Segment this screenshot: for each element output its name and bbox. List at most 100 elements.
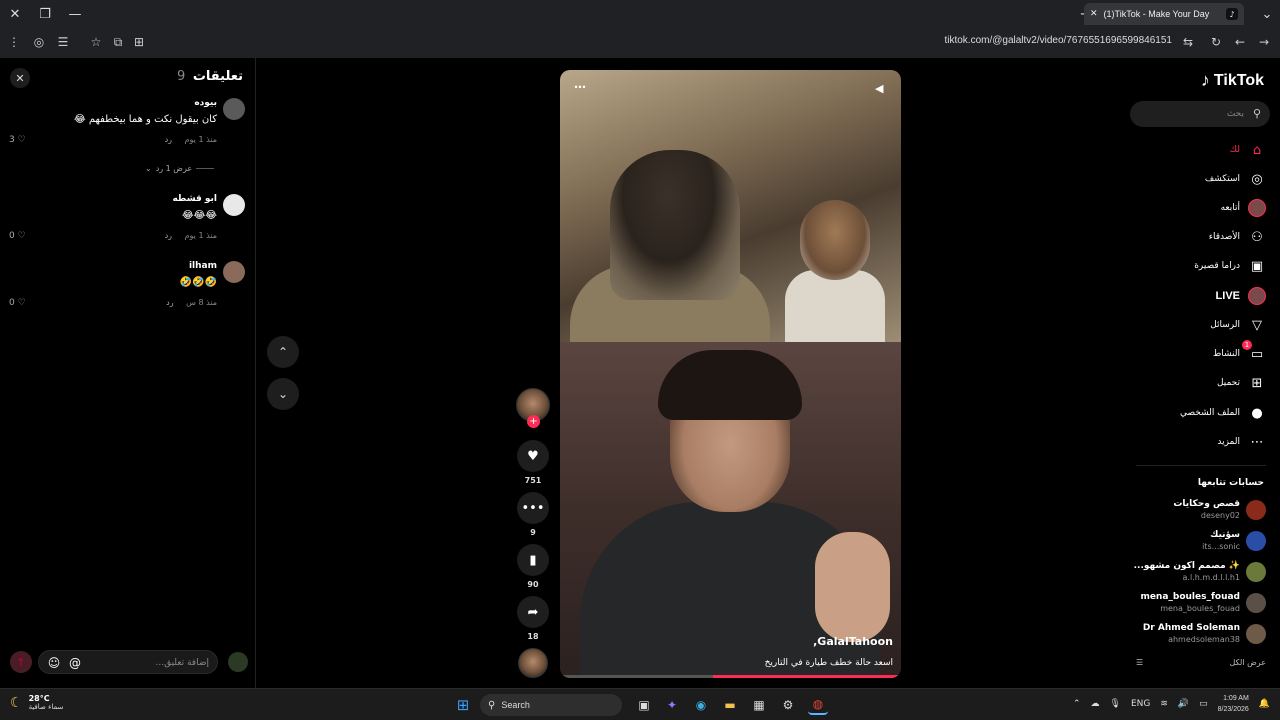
cloud-icon[interactable]: ☁	[1091, 699, 1100, 709]
sidebar-nav-item[interactable]: المزيد ⋯	[1136, 431, 1266, 453]
heart-outline-icon[interactable]: ♡	[18, 231, 26, 241]
notification-icon[interactable]: 🔔	[1259, 699, 1270, 709]
commenter-avatar[interactable]	[223, 194, 245, 216]
sidebar-nav-item[interactable]: الأصدقاء ⚇	[1136, 226, 1266, 248]
commenter-name[interactable]: ilham	[189, 261, 217, 271]
follow-plus-icon[interactable]: +	[527, 415, 540, 428]
followed-account[interactable]: Dr Ahmed Soleman ahmedsoleman38	[1116, 622, 1266, 648]
chevron-down-icon: ⌄	[277, 387, 289, 401]
install-app-icon[interactable]: ⧉	[110, 34, 126, 50]
sidebar-nav-item[interactable]: أتابعه	[1136, 197, 1266, 219]
video-more-options-icon[interactable]: ⋯	[574, 80, 586, 94]
share-page-icon[interactable]: ⊞	[131, 34, 147, 50]
followed-account[interactable]: mena_boules_fouad mena_boules_fouad	[1116, 591, 1266, 617]
emoji-icon[interactable]: ☺	[46, 655, 62, 671]
reply-button[interactable]: رد	[165, 135, 172, 144]
followed-account[interactable]: ✨ مصمم اكون مشهو... a.l.h.m.d.l.l.h1	[1116, 560, 1266, 586]
extensions-icon[interactable]: ◎	[31, 34, 47, 50]
heart-outline-icon[interactable]: ♡	[18, 135, 26, 145]
forward-icon[interactable]: ←	[1232, 34, 1248, 50]
sidebar-nav-item[interactable]: الرسائل ▽	[1136, 314, 1266, 336]
site-settings-icon[interactable]: ⇆	[1180, 34, 1196, 50]
followed-account[interactable]: قصص وحكايات deseny02	[1116, 498, 1266, 524]
mention-button[interactable]: @	[67, 655, 83, 671]
sidebar-nav-item[interactable]: تحميل ⊞	[1136, 372, 1266, 394]
commenter-avatar[interactable]	[223, 98, 245, 120]
search-input[interactable]	[1144, 106, 1244, 122]
post-comment-button[interactable]: ↑	[10, 651, 32, 673]
followed-account[interactable]: سؤنيك its...sonic	[1116, 529, 1266, 555]
back-icon[interactable]: →	[1256, 34, 1272, 50]
bookmark-star-icon[interactable]: ☆	[88, 34, 104, 50]
commenter-name[interactable]: ابو قشطه	[172, 194, 217, 204]
copilot-icon[interactable]: ✦	[662, 695, 682, 715]
save-button[interactable]: ▮	[517, 544, 549, 576]
reply-button[interactable]: رد	[165, 231, 172, 240]
task-view-icon[interactable]: ▣	[634, 695, 654, 715]
account-avatar	[1246, 562, 1266, 582]
previous-video-button[interactable]: ⌃	[267, 336, 299, 368]
comment-like[interactable]: 3 ♡	[9, 135, 26, 145]
reply-button[interactable]: رد	[166, 298, 173, 307]
wifi-icon[interactable]: ≋	[1160, 699, 1168, 709]
tab-close-icon[interactable]: ✕	[1090, 9, 1098, 19]
sidebar-nav-item[interactable]: LIVE	[1136, 285, 1266, 307]
speaker-icon[interactable]: 🔊	[1178, 699, 1189, 709]
comment-like[interactable]: 0 ♡	[9, 231, 26, 241]
see-all-button[interactable]: عرض الكل ☰	[1136, 658, 1266, 667]
comment-button[interactable]: •••	[517, 492, 549, 524]
tab-search-icon[interactable]: ⌄	[1256, 4, 1278, 24]
clock[interactable]: 1:09 AM 8/23/2026	[1218, 693, 1249, 715]
video-progress-bar[interactable]	[560, 675, 901, 678]
chrome-icon[interactable]: ◍	[808, 695, 828, 715]
next-video-button[interactable]: ⌄	[267, 378, 299, 410]
video-player[interactable]: ⋯ ◀ GalalTahoon, اسعد حالة خطف طيارة في …	[560, 70, 901, 678]
account-avatar	[1246, 500, 1266, 520]
sidebar-nav-item[interactable]: لك ⌂	[1136, 139, 1266, 161]
language-indicator[interactable]: ENG	[1131, 699, 1150, 709]
sidebar-nav-item[interactable]: دراما قصيرة ▣	[1136, 255, 1266, 277]
reading-mode-icon[interactable]: ☰	[55, 34, 71, 50]
menu-dots-icon[interactable]: ⋮	[6, 34, 22, 50]
taskbar-search[interactable]: ⚲ Search	[480, 694, 622, 716]
comment-like[interactable]: 0 ♡	[9, 298, 26, 308]
sidebar-nav-item[interactable]: الملف الشخصي ●	[1136, 402, 1266, 424]
reload-icon[interactable]: ↻	[1208, 34, 1224, 50]
sidebar-nav-item[interactable]: النشاط ▭ 1	[1136, 340, 1266, 365]
video-author[interactable]: GalalTahoon,	[813, 635, 893, 648]
weather-widget[interactable]: ☾ 28°C سماء صافية	[10, 694, 63, 711]
file-explorer-icon[interactable]: ▬	[720, 695, 740, 715]
view-replies-button[interactable]: عرض 1 رد ⌄	[145, 164, 215, 173]
tiktok-logo[interactable]: ♪ TikTok	[1201, 70, 1264, 91]
volume-icon[interactable]: ◀	[875, 82, 889, 96]
heart-outline-icon[interactable]: ♡	[18, 298, 26, 308]
microphone-icon[interactable]: 🎙	[1110, 699, 1121, 709]
url-field[interactable]: tiktok.com/@galaltv2/video/7676551696599…	[944, 35, 1172, 46]
video-presenter-frame	[560, 342, 901, 678]
comment-item: بيوده كان بيقول نكت و هما بيخطفهم 😂 منذ …	[9, 98, 245, 148]
commenter-name[interactable]: بيوده	[194, 98, 217, 108]
edge-icon[interactable]: ◉	[691, 695, 711, 715]
share-button[interactable]: ➦	[517, 596, 549, 628]
comment-input[interactable]	[99, 655, 209, 671]
restore-window-icon[interactable]: ❐	[34, 4, 56, 24]
settings-gear-icon[interactable]: ⚙	[778, 695, 798, 715]
comment-input-box[interactable]: ☺ @	[38, 650, 218, 674]
tab-bar: ✕ ❐ — + ✕ (1)TikTok - Make Your Day ♪ ⌄	[0, 0, 1280, 28]
minimize-window-icon[interactable]: —	[64, 4, 86, 24]
windows-start-icon[interactable]: ⊞	[454, 696, 472, 714]
like-button[interactable]: ♥	[517, 440, 549, 472]
battery-icon[interactable]: ▭	[1199, 699, 1208, 709]
tray-overflow-icon[interactable]: ⌃	[1073, 699, 1081, 709]
home-icon: ⌂	[1252, 142, 1262, 158]
close-window-icon[interactable]: ✕	[4, 4, 26, 24]
store-icon[interactable]: ▦	[749, 695, 769, 715]
browser-tab[interactable]: ✕ (1)TikTok - Make Your Day ♪	[1084, 3, 1244, 25]
search-icon[interactable]: ⚲	[1253, 107, 1261, 120]
close-comments-icon[interactable]: ✕	[10, 68, 30, 88]
search-box[interactable]: ⚲	[1130, 101, 1270, 127]
commenter-avatar[interactable]	[223, 261, 245, 283]
comment-bubble-icon: •••	[521, 500, 545, 516]
sound-avatar[interactable]	[518, 648, 548, 678]
sidebar-nav-item[interactable]: استكشف ◎	[1136, 168, 1266, 190]
